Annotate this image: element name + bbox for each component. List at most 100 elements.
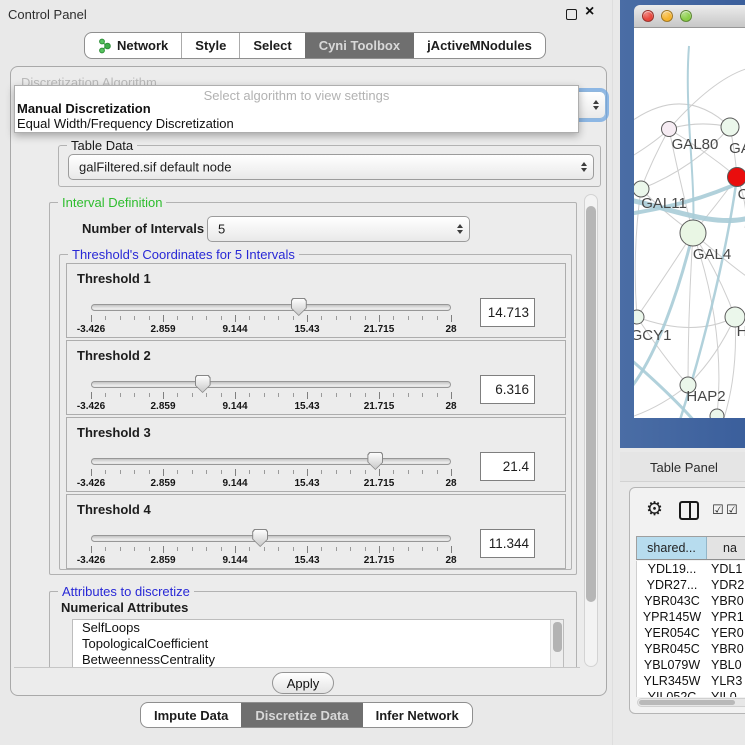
gear-icon[interactable]: ⚙	[646, 498, 663, 521]
tick-mark	[149, 393, 150, 397]
column-header-shared-name[interactable]: shared...	[637, 537, 707, 559]
float-panel-icon[interactable]	[566, 9, 577, 20]
table-row[interactable]: YDL19...YDL1	[637, 561, 745, 577]
scrollbar-thumb[interactable]	[586, 206, 596, 602]
network-node-ga[interactable]	[721, 118, 739, 136]
minimize-window-icon[interactable]	[661, 10, 673, 22]
cell-name[interactable]: YBR0	[707, 641, 745, 657]
close-panel-icon[interactable]: ×	[585, 3, 594, 21]
scrollbar-thumb[interactable]	[639, 700, 735, 705]
tab-impute-data[interactable]: Impute Data	[141, 703, 241, 727]
network-edge[interactable]	[724, 317, 736, 418]
cell-name[interactable]: YIL0	[707, 689, 745, 697]
table-data-combobox[interactable]: galFiltered.sif default node	[68, 154, 594, 180]
table-row[interactable]: YPR145WYPR1	[637, 609, 745, 625]
scrollbar-thumb[interactable]	[553, 622, 562, 652]
network-node-gcy1[interactable]	[634, 310, 644, 324]
cell-shared-name[interactable]: YER054C	[637, 625, 707, 641]
table-row[interactable]: YBR043CYBR0	[637, 593, 745, 609]
network-node-gal80[interactable]	[662, 122, 677, 137]
table-hscrollbar[interactable]	[637, 698, 745, 707]
table-row[interactable]: YBR045CYBR0	[637, 641, 745, 657]
number-of-intervals-label: Number of Intervals	[82, 221, 204, 236]
cell-shared-name[interactable]: YLR345W	[637, 673, 707, 689]
network-edge[interactable]	[641, 129, 669, 189]
network-canvas[interactable]: GAL80GACGAL11GAL4GCY1HHAP2	[634, 28, 745, 418]
network-edge[interactable]	[637, 317, 735, 328]
threshold-4-handle[interactable]	[252, 529, 268, 547]
network-node[interactable]	[710, 409, 724, 418]
threshold-3-value-field[interactable]: 21.4	[480, 452, 535, 481]
attribute-item-selfloops[interactable]: SelfLoops	[73, 620, 563, 636]
cell-shared-name[interactable]: YDL19...	[637, 561, 707, 577]
threshold-1-slider[interactable]: -3.4262.8599.14415.4321.71528	[91, 304, 451, 338]
apply-button[interactable]: Apply	[272, 672, 334, 694]
checkbox-icon[interactable]: ☑	[712, 502, 724, 518]
tab-network[interactable]: Network	[85, 33, 181, 58]
cell-name[interactable]: YBL0	[707, 657, 745, 673]
cell-name[interactable]: YDL1	[707, 561, 745, 577]
tab-select[interactable]: Select	[239, 33, 304, 58]
cell-shared-name[interactable]: YIL052C	[637, 689, 707, 697]
cell-shared-name[interactable]: YPR145W	[637, 609, 707, 625]
network-edge[interactable]	[635, 189, 641, 317]
column-header-name[interactable]: na	[707, 537, 745, 559]
network-graph[interactable]: GAL80GACGAL11GAL4GCY1HHAP2	[634, 28, 745, 418]
algorithm-option-manual-discretization[interactable]: Manual Discretization	[15, 101, 578, 116]
threshold-2-handle[interactable]	[195, 375, 211, 393]
cell-name[interactable]: YLR3	[707, 673, 745, 689]
cell-shared-name[interactable]: YBR043C	[637, 593, 707, 609]
table-row[interactable]: YIL052CYIL0	[637, 689, 745, 697]
cell-shared-name[interactable]: YBR045C	[637, 641, 707, 657]
table-row[interactable]: YER054CYER0	[637, 625, 745, 641]
slider-track[interactable]	[91, 304, 451, 311]
tick-mark	[163, 315, 164, 322]
slider-track[interactable]	[91, 458, 451, 465]
tab-infer-network[interactable]: Infer Network	[362, 703, 472, 727]
threshold-4-value-field[interactable]: 11.344	[480, 529, 535, 558]
attributes-scrollbar[interactable]	[550, 620, 563, 667]
network-window-titlebar[interactable]	[634, 5, 745, 28]
slider-track[interactable]	[91, 535, 451, 542]
attribute-item-topologicalcoefficient[interactable]: TopologicalCoefficient	[73, 636, 563, 652]
attribute-item-betweennesscentrality[interactable]: BetweennessCentrality	[73, 652, 563, 667]
tab-discretize-data[interactable]: Discretize Data	[241, 703, 361, 727]
network-edge-highlighted[interactable]	[634, 233, 693, 390]
table-row[interactable]: YLR345WYLR3	[637, 673, 745, 689]
network-edge[interactable]	[634, 385, 688, 416]
tick-mark	[235, 546, 236, 553]
threshold-3-handle[interactable]	[367, 452, 383, 470]
tab-cyni-toolbox[interactable]: Cyni Toolbox	[305, 33, 413, 58]
columns-icon[interactable]	[679, 501, 699, 520]
cell-shared-name[interactable]: YDR27...	[637, 577, 707, 593]
algorithm-option-equal-width-frequency-discretization[interactable]: Equal Width/Frequency Discretization	[15, 116, 578, 131]
zoom-window-icon[interactable]	[680, 10, 692, 22]
network-node-gal4[interactable]	[680, 220, 706, 246]
cell-name[interactable]: YPR1	[707, 609, 745, 625]
network-edge[interactable]	[637, 233, 693, 317]
table-row[interactable]: YDR27...YDR2	[637, 577, 745, 593]
cell-shared-name[interactable]: YBL079W	[637, 657, 707, 673]
panel-splitter[interactable]	[612, 0, 613, 745]
cell-name[interactable]: YDR2	[707, 577, 745, 593]
close-window-icon[interactable]	[642, 10, 654, 22]
tab-jactivemnodules[interactable]: jActiveMNodules	[413, 33, 545, 58]
cell-name[interactable]: YBR0	[707, 593, 745, 609]
tick-label: 28	[445, 478, 456, 489]
threshold-1-handle[interactable]	[291, 298, 307, 316]
network-window[interactable]: GAL80GACGAL11GAL4GCY1HHAP2	[620, 0, 745, 448]
threshold-1-value-field[interactable]: 14.713	[480, 298, 535, 327]
slider-track[interactable]	[91, 381, 451, 388]
checkbox-icon[interactable]: ☑	[726, 502, 738, 518]
threshold-2-value-field[interactable]: 6.316	[480, 375, 535, 404]
tab-style[interactable]: Style	[181, 33, 239, 58]
threshold-3-slider[interactable]: -3.4262.8599.14415.4321.71528	[91, 458, 451, 492]
network-node-c[interactable]	[728, 168, 745, 187]
numerical-attributes-list[interactable]: SelfLoopsTopologicalCoefficientBetweenne…	[72, 619, 564, 667]
num-intervals-combobox[interactable]: 5	[207, 216, 470, 242]
cell-name[interactable]: YER0	[707, 625, 745, 641]
threshold-4-slider[interactable]: -3.4262.8599.14415.4321.71528	[91, 535, 451, 569]
table-row[interactable]: YBL079WYBL0	[637, 657, 745, 673]
settings-scrollbar[interactable]	[584, 194, 598, 667]
threshold-2-slider[interactable]: -3.4262.8599.14415.4321.71528	[91, 381, 451, 415]
